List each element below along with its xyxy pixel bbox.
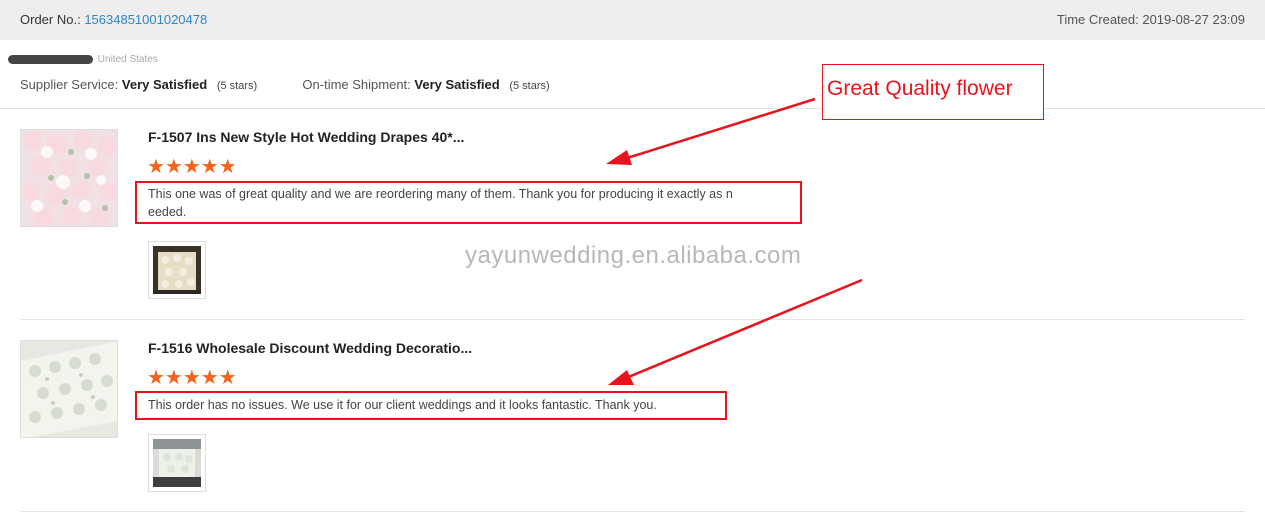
annotation-arrow-2 — [608, 278, 863, 385]
annotation-arrow-1 — [606, 97, 816, 165]
annotation-text: Great Quality flower — [827, 77, 1013, 100]
annotation-callout: Great Quality flower — [822, 64, 1044, 120]
annotation-arrows — [606, 97, 863, 385]
